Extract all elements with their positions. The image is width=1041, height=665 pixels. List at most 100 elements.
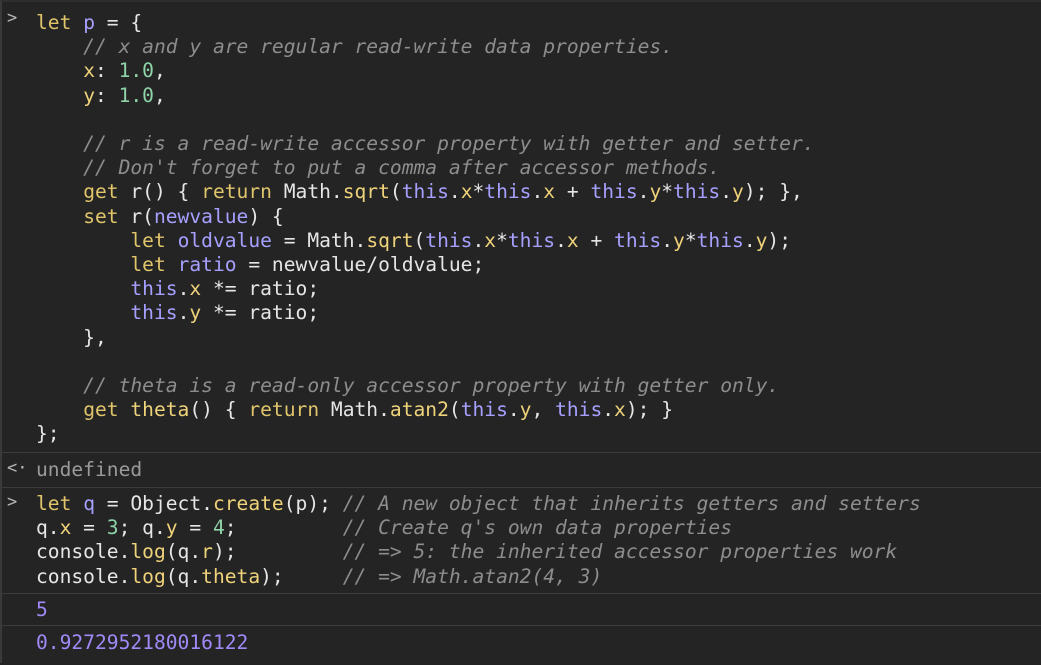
code-token: y — [649, 180, 662, 204]
code-token: p — [83, 11, 95, 34]
code-token: y — [165, 516, 178, 540]
code-token: x — [59, 516, 72, 540]
code-token: undefined — [36, 458, 143, 481]
code-token: , — [531, 398, 556, 422]
code-token: , — [153, 59, 166, 83]
code-token: this — [484, 180, 532, 204]
code-token: newvalue — [153, 204, 249, 228]
code-token: x — [566, 228, 579, 252]
code-token: let — [36, 11, 72, 34]
code-token: r — [201, 540, 213, 564]
code-token: . — [448, 180, 461, 204]
console-input-entry[interactable]: > let q = Object.create(p); // A new obj… — [2, 487, 1041, 593]
code-token: * — [496, 228, 508, 252]
code-token: this — [555, 398, 603, 422]
code-token: + — [555, 180, 591, 204]
code-token: ); }, — [743, 180, 803, 204]
code-token: atan2 — [389, 398, 449, 422]
input-prompt-icon: > — [7, 8, 18, 28]
code-token: 1.0 — [118, 59, 154, 83]
code-token: = { — [94, 11, 143, 34]
code-token: // x and y are regular read-write data p… — [36, 35, 674, 59]
code-line: y: 1.0, — [36, 84, 166, 108]
output-line: 5 — [36, 598, 48, 622]
console-result-entry: <· undefined — [2, 452, 1041, 488]
code-token: (p); — [283, 492, 343, 515]
code-token: : — [94, 83, 119, 107]
code-token: ( — [389, 180, 402, 204]
code-token: ( — [413, 228, 426, 252]
code-token: oldvalue — [177, 228, 272, 252]
code-token: . — [555, 228, 567, 252]
code-token: . — [637, 180, 650, 204]
code-token: : — [94, 59, 119, 83]
code-token: sqrt — [342, 180, 390, 204]
code-token: this — [425, 228, 473, 252]
code-token: this — [507, 228, 556, 252]
code-token: x — [189, 277, 202, 301]
code-token: y — [732, 180, 744, 204]
code-token: 1.0 — [118, 83, 154, 107]
code-token: r() { — [118, 180, 202, 204]
code-token: 0.9272952180016122 — [36, 631, 249, 654]
code-token: // => 5: the inherited accessor properti… — [342, 540, 898, 564]
code-token: get — [83, 180, 119, 204]
code-token: = — [71, 516, 107, 540]
code-token: . — [472, 228, 485, 252]
code-token: ratio — [177, 253, 237, 276]
code-token: . — [177, 301, 190, 325]
code-token: . — [507, 398, 520, 422]
code-token: this — [673, 180, 721, 204]
code-token: this — [696, 228, 744, 252]
code-line: get theta() { return Math.atan2(this.y, … — [36, 398, 673, 422]
code-token: x — [484, 228, 497, 252]
code-token: return — [201, 180, 272, 204]
code-line: console.log(q.theta); // => Math.atan2(4… — [36, 565, 602, 589]
code-token: . — [602, 398, 615, 422]
code-token: , — [153, 83, 166, 107]
code-token: y — [755, 228, 768, 252]
devtools-console: > let p = { // x and y are regular read-… — [0, 0, 1041, 663]
code-token: Math. — [319, 398, 390, 422]
code-token: x — [543, 180, 556, 204]
code-line: q.x = 3; q.y = 4; // Create q's own data… — [36, 516, 732, 540]
code-token: (q. — [165, 540, 202, 564]
code-token: // => Math.atan2(4, 3) — [342, 564, 603, 588]
code-token: // theta is a read-only accessor propert… — [36, 374, 780, 397]
code-token: y — [189, 301, 202, 325]
code-token: return — [248, 398, 320, 422]
code-token: (q. — [165, 564, 202, 588]
code-token: * — [661, 180, 674, 204]
code-token: . — [720, 180, 733, 204]
code-token: ); — [260, 564, 343, 588]
code-token: x — [460, 180, 473, 204]
code-line: get r() { return Math.sqrt(this.x*this.x… — [36, 180, 803, 204]
code-token: this — [130, 277, 178, 301]
console-input-entry[interactable]: > let p = { // x and y are regular read-… — [2, 6, 1041, 454]
code-token: . — [743, 228, 756, 252]
code-token: x — [83, 59, 95, 83]
code-token: let — [130, 228, 166, 252]
code-line: let oldvalue = Math.sqrt(this.x*this.x +… — [36, 229, 791, 253]
code-token: . — [661, 228, 674, 252]
code-token: ( — [448, 398, 461, 422]
output-line: 0.9272952180016122 — [36, 631, 248, 655]
code-token: 4 — [212, 516, 225, 540]
code-token: 3 — [106, 516, 119, 540]
code-token: console. — [36, 564, 131, 588]
code-token: 5 — [36, 598, 48, 621]
code-token: = Math. — [271, 228, 367, 252]
code-line: // Don't forget to put a comma after acc… — [36, 156, 720, 180]
code-token: console. — [36, 540, 131, 564]
code-line: this.y *= ratio; — [36, 301, 319, 325]
code-token: = — [177, 516, 213, 540]
